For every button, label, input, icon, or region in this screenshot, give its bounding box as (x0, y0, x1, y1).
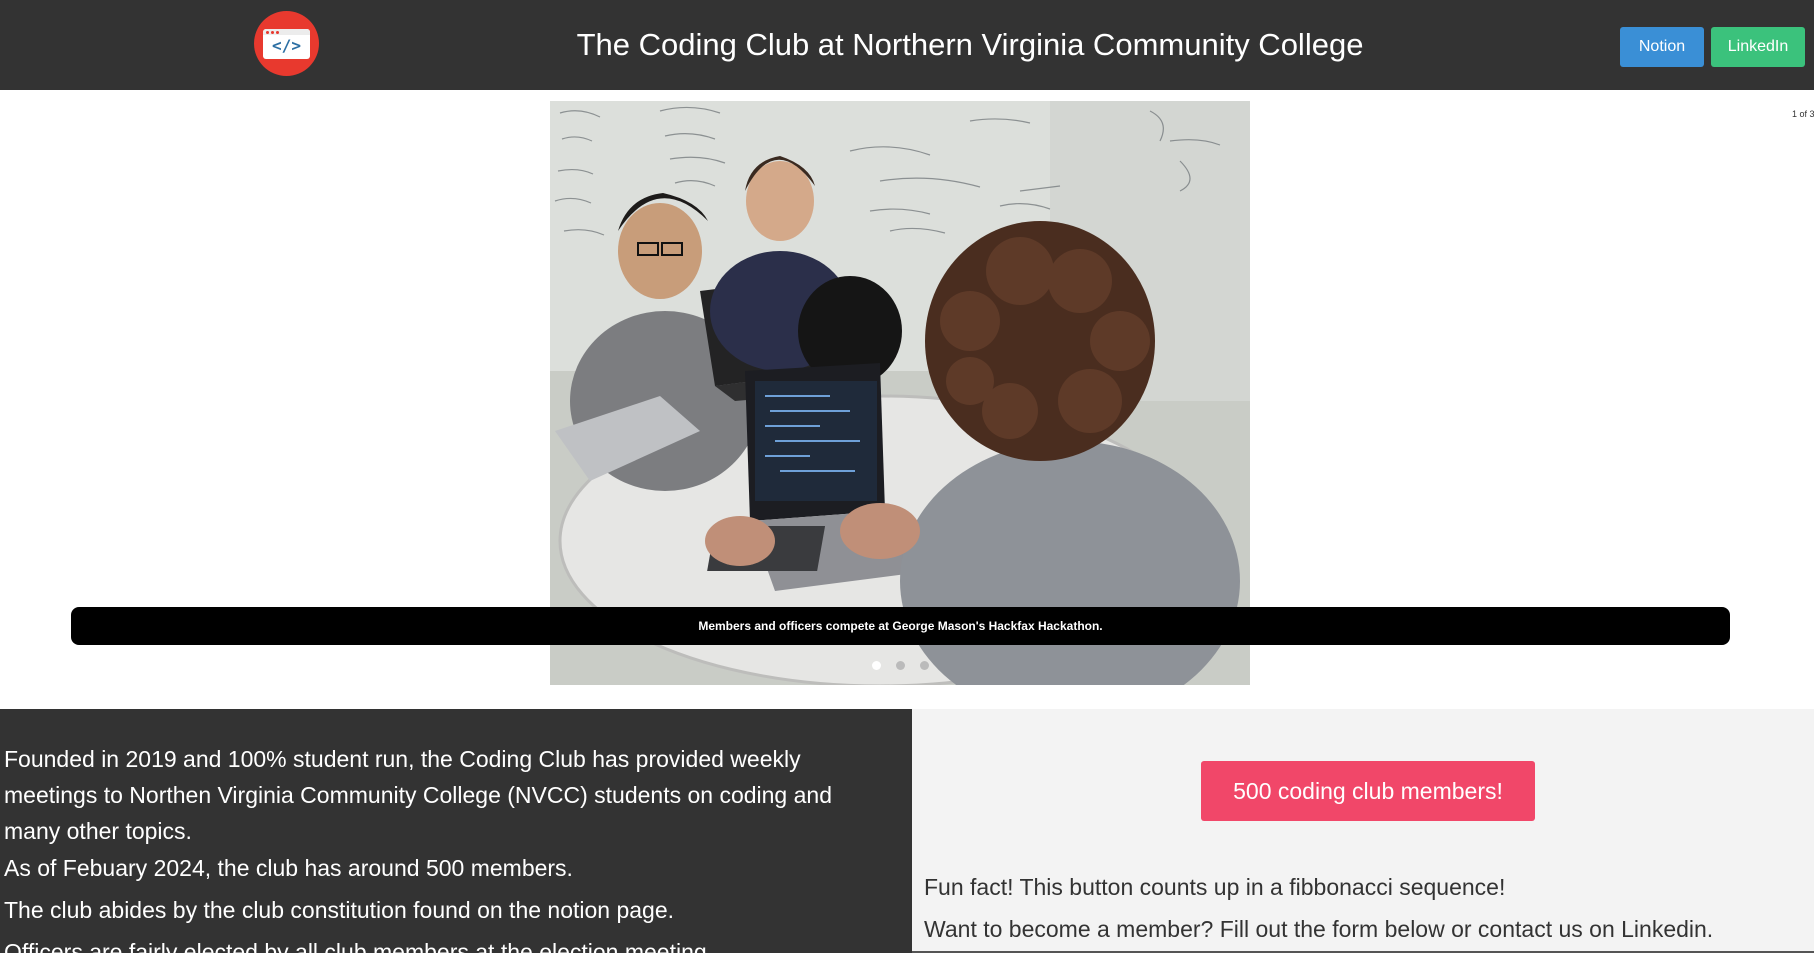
photo-carousel[interactable] (550, 101, 1250, 685)
about-paragraph-members: As of Febuary 2024, the club has around … (4, 855, 573, 881)
notion-button[interactable]: Notion (1620, 27, 1704, 67)
logo-code-glyph: </> (272, 36, 301, 55)
join-text: Want to become a member? Fill out the fo… (924, 916, 1714, 942)
about-paragraph-officers: Officers are fairly elected by all club … (4, 939, 707, 953)
members-section: 500 coding club members! Fun fact! This … (912, 709, 1814, 953)
code-window-icon: </> (263, 29, 310, 59)
page-title: The Coding Club at Northern Virginia Com… (576, 27, 1364, 62)
fun-fact-text: Fun fact! This button counts up in a fib… (924, 874, 1506, 900)
carousel-caption: Members and officers compete at George M… (71, 607, 1730, 645)
carousel-dot-1[interactable] (872, 661, 881, 670)
about-paragraph-constitution: The club abides by the club constitution… (4, 897, 675, 923)
coding-club-logo[interactable]: </> (254, 11, 319, 76)
about-paragraph-history: Founded in 2019 and 100% student run, th… (4, 746, 832, 844)
slide-counter: 1 of 3 (1792, 109, 1814, 119)
carousel-dot-2[interactable] (896, 661, 905, 670)
carousel-slide-photo (550, 101, 1250, 685)
site-header: </> The Coding Club at Northern Virginia… (0, 0, 1814, 90)
linkedin-button[interactable]: LinkedIn (1711, 27, 1805, 67)
about-section: Founded in 2019 and 100% student run, th… (0, 709, 912, 953)
carousel-dot-3[interactable] (920, 661, 929, 670)
member-count-button[interactable]: 500 coding club members! (1201, 761, 1535, 821)
